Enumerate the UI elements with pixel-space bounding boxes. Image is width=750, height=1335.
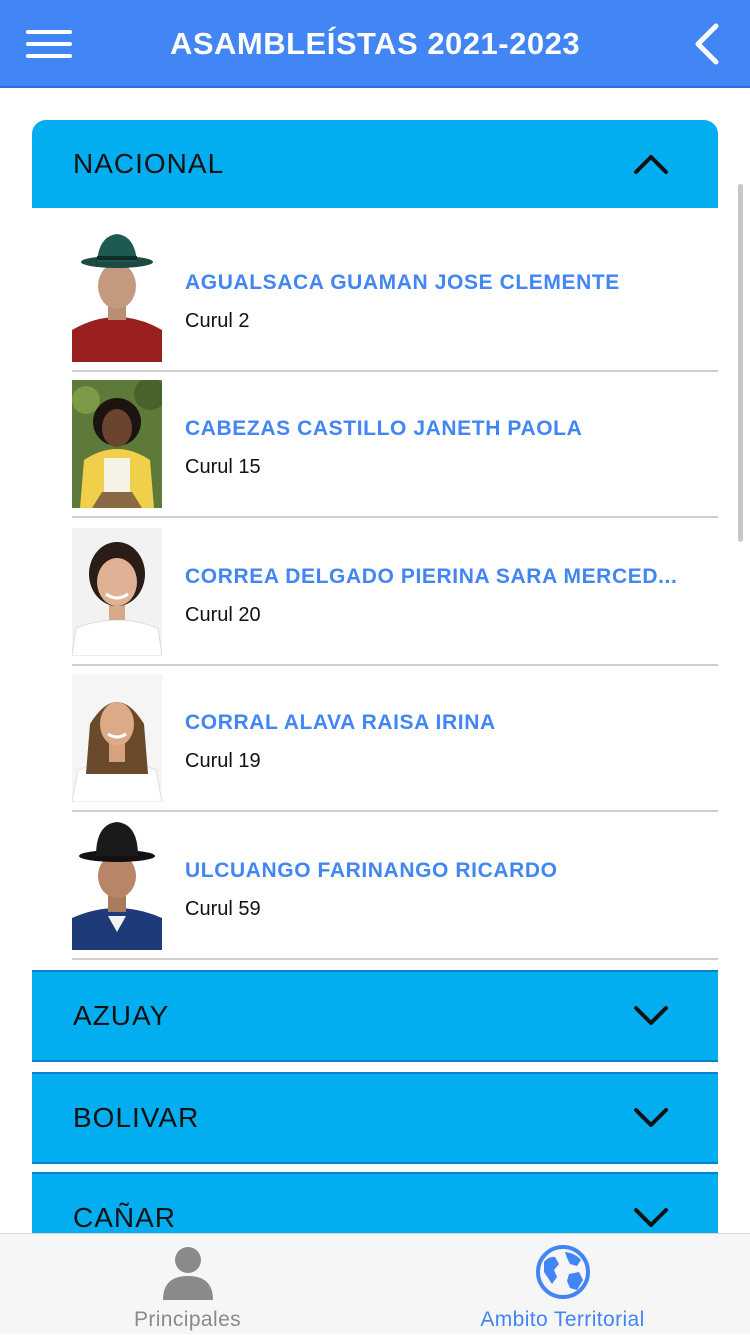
member-photo [72,822,162,950]
chevron-left-icon[interactable] [690,22,726,66]
section-header-nacional[interactable]: NACIONAL [32,120,718,208]
section-header-canar[interactable]: CAÑAR [32,1172,718,1233]
member-photo [72,234,162,362]
person-icon [162,1247,213,1300]
member-photo [72,380,162,508]
member-row[interactable]: CABEZAS CASTILLO JANETH PAOLA Curul 15 [72,370,718,518]
member-seat: Curul 2 [185,310,250,332]
member-name: CORRAL ALAVA RAISA IRINA [185,711,496,734]
tab-ambito-territorial[interactable]: Ambito Territorial [375,1234,750,1335]
member-name: ULCUANGO FARINANGO RICARDO [185,859,558,882]
member-name: AGUALSACA GUAMAN JOSE CLEMENTE [185,271,620,294]
member-seat: Curul 19 [185,750,261,772]
app-bar: ASAMBLEÍSTAS 2021-2023 [0,0,750,88]
section-title: CAÑAR [73,1202,177,1233]
scrollbar[interactable] [738,184,743,542]
member-row[interactable]: ULCUANGO FARINANGO RICARDO Curul 59 [72,812,718,960]
section-title: NACIONAL [73,148,225,179]
page-title: ASAMBLEÍSTAS 2021-2023 [169,26,581,61]
member-seat: Curul 59 [185,898,261,920]
territorial-list[interactable]: NACIONAL AGUALSACA GUAMAN JOSE CLEMENTE … [0,88,750,1233]
member-row[interactable]: AGUALSACA GUAMAN JOSE CLEMENTE Curul 2 [72,224,718,372]
chevron-down-icon [634,1208,668,1227]
chevron-down-icon [634,1006,668,1025]
member-row[interactable]: CORREA DELGADO PIERINA SARA MERCED... Cu… [72,518,718,666]
member-photo [72,674,162,802]
member-photo [72,528,162,656]
section-header-azuay[interactable]: AZUAY [32,970,718,1062]
section-title: BOLIVAR [73,1102,200,1133]
globe-icon [535,1245,590,1299]
bottom-navigation: Principales Ambito Territorial [0,1233,750,1334]
tab-label: Principales [133,1308,242,1331]
section-header-bolivar[interactable]: BOLIVAR [32,1072,718,1164]
tab-principales[interactable]: Principales [0,1234,375,1335]
member-seat: Curul 20 [185,604,261,626]
chevron-up-icon [634,155,668,174]
tab-label: Ambito Territorial [480,1308,645,1331]
member-row[interactable]: CORRAL ALAVA RAISA IRINA Curul 19 [72,664,718,812]
member-name: CORREA DELGADO PIERINA SARA MERCED... [185,565,678,588]
member-name: CABEZAS CASTILLO JANETH PAOLA [185,417,583,440]
section-title: AZUAY [73,1000,170,1031]
chevron-down-icon [634,1108,668,1127]
member-seat: Curul 15 [185,456,261,478]
